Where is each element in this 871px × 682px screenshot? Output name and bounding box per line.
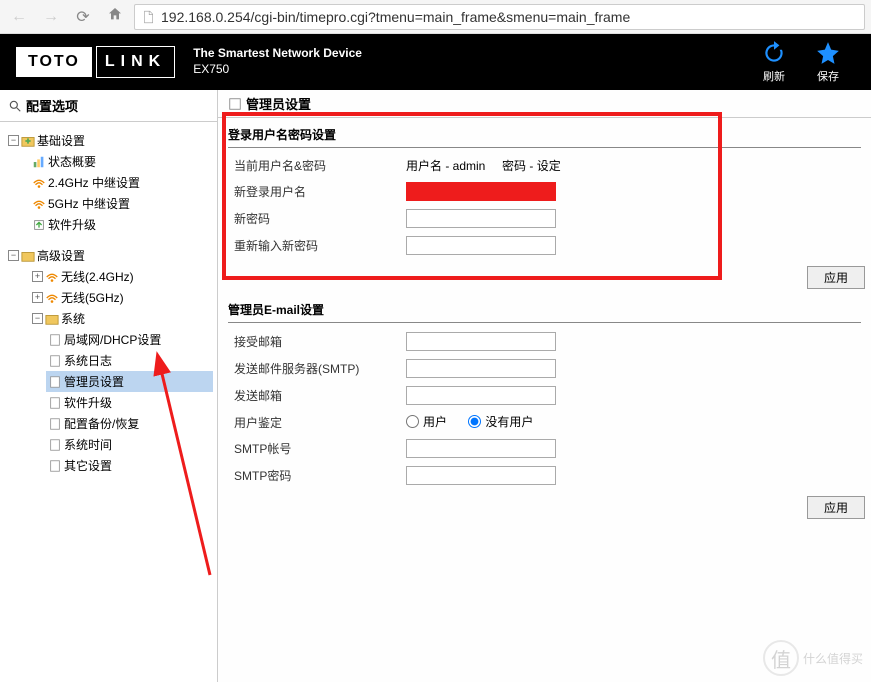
tree-system-time[interactable]: 系统时间 bbox=[46, 434, 213, 455]
content-title: 管理员设置 bbox=[218, 90, 871, 118]
label-current: 当前用户名&密码 bbox=[230, 154, 400, 177]
label-new-password: 新密码 bbox=[230, 206, 400, 231]
smtp-password-input[interactable] bbox=[406, 466, 556, 485]
send-mail-input[interactable] bbox=[406, 386, 556, 405]
nav-reload-button[interactable]: ⟳ bbox=[70, 5, 96, 29]
save-button[interactable]: 保存 bbox=[801, 40, 855, 84]
login-credentials-title: 登录用户名密码设置 bbox=[228, 118, 861, 148]
label-recv-mail: 接受邮箱 bbox=[230, 329, 400, 354]
refresh-label: 刷新 bbox=[763, 68, 785, 84]
smtp-account-input[interactable] bbox=[406, 439, 556, 458]
save-label: 保存 bbox=[817, 68, 839, 84]
tree-syslog[interactable]: 系统日志 bbox=[46, 350, 213, 371]
new-password-input[interactable] bbox=[406, 209, 556, 228]
tree-admin-settings[interactable]: 管理员设置 bbox=[46, 371, 213, 392]
tree-advanced-settings[interactable]: − 高级设置 bbox=[6, 245, 213, 266]
chart-icon bbox=[32, 155, 46, 169]
app-header: TOTO LINK The Smartest Network Device EX… bbox=[0, 34, 871, 90]
email-form: 接受邮箱 发送邮件服务器(SMTP) 发送邮箱 用户鉴定 用户 bbox=[228, 327, 861, 490]
logo-text-right: LINK bbox=[96, 46, 175, 78]
tree-other-settings[interactable]: 其它设置 bbox=[46, 455, 213, 476]
label-confirm-password: 重新输入新密码 bbox=[230, 233, 400, 258]
confirm-password-input[interactable] bbox=[406, 236, 556, 255]
tree-wireless-5[interactable]: + 无线(5GHz) bbox=[30, 287, 213, 308]
recv-mail-input[interactable] bbox=[406, 332, 556, 351]
tree-basic-settings[interactable]: − 基础设置 bbox=[6, 130, 213, 151]
label-user-auth: 用户鉴定 bbox=[230, 410, 400, 434]
tree-24ghz-relay[interactable]: 2.4GHz 中继设置 bbox=[30, 172, 213, 193]
nav-home-button[interactable] bbox=[102, 5, 128, 29]
page-icon bbox=[48, 417, 62, 431]
page-icon bbox=[228, 97, 242, 111]
new-username-input[interactable] bbox=[406, 182, 556, 201]
browser-toolbar: ← → ⟳ bbox=[0, 0, 871, 34]
page-icon bbox=[48, 438, 62, 452]
brand-logo: TOTO LINK bbox=[16, 46, 175, 78]
label-new-username: 新登录用户名 bbox=[230, 179, 400, 204]
tree-5ghz-relay[interactable]: 5GHz 中继设置 bbox=[30, 193, 213, 214]
auth-user-option[interactable]: 用户 bbox=[406, 413, 447, 430]
label-smtp-password: SMTP密码 bbox=[230, 463, 400, 488]
current-username-value: 用户名 - admin bbox=[406, 159, 485, 173]
wifi-icon bbox=[45, 291, 59, 305]
tagline-text: The Smartest Network Device bbox=[193, 46, 362, 62]
refresh-button[interactable]: 刷新 bbox=[747, 40, 801, 84]
sidebar: 配置选项 − 基础设置 状态概要 2.4GHz 中继设置 5GHz 中继设置 bbox=[0, 90, 218, 682]
apply-email-button[interactable]: 应用 bbox=[807, 496, 865, 519]
folder-icon bbox=[45, 312, 59, 326]
upgrade-icon bbox=[32, 218, 46, 232]
row-confirm-password: 重新输入新密码 bbox=[230, 233, 859, 258]
address-bar[interactable] bbox=[134, 4, 865, 30]
watermark-text: 什么值得买 bbox=[803, 650, 863, 667]
nav-forward-button[interactable]: → bbox=[38, 5, 64, 29]
page-icon bbox=[48, 354, 62, 368]
label-smtp-account: SMTP帐号 bbox=[230, 436, 400, 461]
smtp-server-input[interactable] bbox=[406, 359, 556, 378]
row-current-credentials: 当前用户名&密码 用户名 - admin 密码 - 设定 bbox=[230, 154, 859, 177]
tree-backup-restore[interactable]: 配置备份/恢复 bbox=[46, 413, 213, 434]
auth-user-radio[interactable] bbox=[406, 415, 419, 428]
folder-plus-icon bbox=[21, 134, 35, 148]
page-icon bbox=[48, 375, 62, 389]
label-smtp-server: 发送邮件服务器(SMTP) bbox=[230, 356, 400, 381]
auth-none-option[interactable]: 没有用户 bbox=[468, 413, 533, 430]
search-icon bbox=[8, 99, 22, 113]
tree-wireless-24[interactable]: + 无线(2.4GHz) bbox=[30, 266, 213, 287]
tree-system[interactable]: − 系统 bbox=[30, 308, 213, 329]
apply-credentials-button[interactable]: 应用 bbox=[807, 266, 865, 289]
tree-firmware-upgrade-basic[interactable]: 软件升级 bbox=[30, 214, 213, 235]
page-icon bbox=[48, 396, 62, 410]
page-icon bbox=[48, 459, 62, 473]
model-text: EX750 bbox=[193, 62, 362, 78]
watermark-icon: 值 bbox=[763, 640, 799, 676]
nav-back-button[interactable]: ← bbox=[6, 5, 32, 29]
email-settings-title: 管理员E-mail设置 bbox=[228, 293, 861, 323]
wifi-icon bbox=[32, 176, 46, 190]
star-icon bbox=[815, 40, 841, 66]
tagline: The Smartest Network Device EX750 bbox=[193, 46, 362, 77]
folder-icon bbox=[21, 249, 35, 263]
url-input[interactable] bbox=[161, 9, 858, 25]
page-icon bbox=[141, 10, 155, 24]
wifi-icon bbox=[45, 270, 59, 284]
tree-firmware-upgrade[interactable]: 软件升级 bbox=[46, 392, 213, 413]
login-form: 当前用户名&密码 用户名 - admin 密码 - 设定 新登录用户名 新密码 bbox=[228, 152, 861, 260]
nav-tree: − 基础设置 状态概要 2.4GHz 中继设置 5GHz 中继设置 软件升级 bbox=[0, 122, 217, 484]
row-new-password: 新密码 bbox=[230, 206, 859, 231]
wifi-icon bbox=[32, 197, 46, 211]
current-password-value: 密码 - 设定 bbox=[502, 159, 561, 173]
auth-none-radio[interactable] bbox=[468, 415, 481, 428]
sidebar-title: 配置选项 bbox=[0, 90, 217, 122]
watermark: 值 什么值得买 bbox=[763, 640, 863, 676]
page-icon bbox=[48, 333, 62, 347]
refresh-icon bbox=[761, 40, 787, 66]
tree-lan-dhcp[interactable]: 局域网/DHCP设置 bbox=[46, 329, 213, 350]
tree-status[interactable]: 状态概要 bbox=[30, 151, 213, 172]
row-new-username: 新登录用户名 bbox=[230, 179, 859, 204]
content-area: 管理员设置 登录用户名密码设置 当前用户名&密码 用户名 - admin 密码 … bbox=[218, 90, 871, 682]
label-send-mail: 发送邮箱 bbox=[230, 383, 400, 408]
logo-text-left: TOTO bbox=[16, 47, 92, 77]
